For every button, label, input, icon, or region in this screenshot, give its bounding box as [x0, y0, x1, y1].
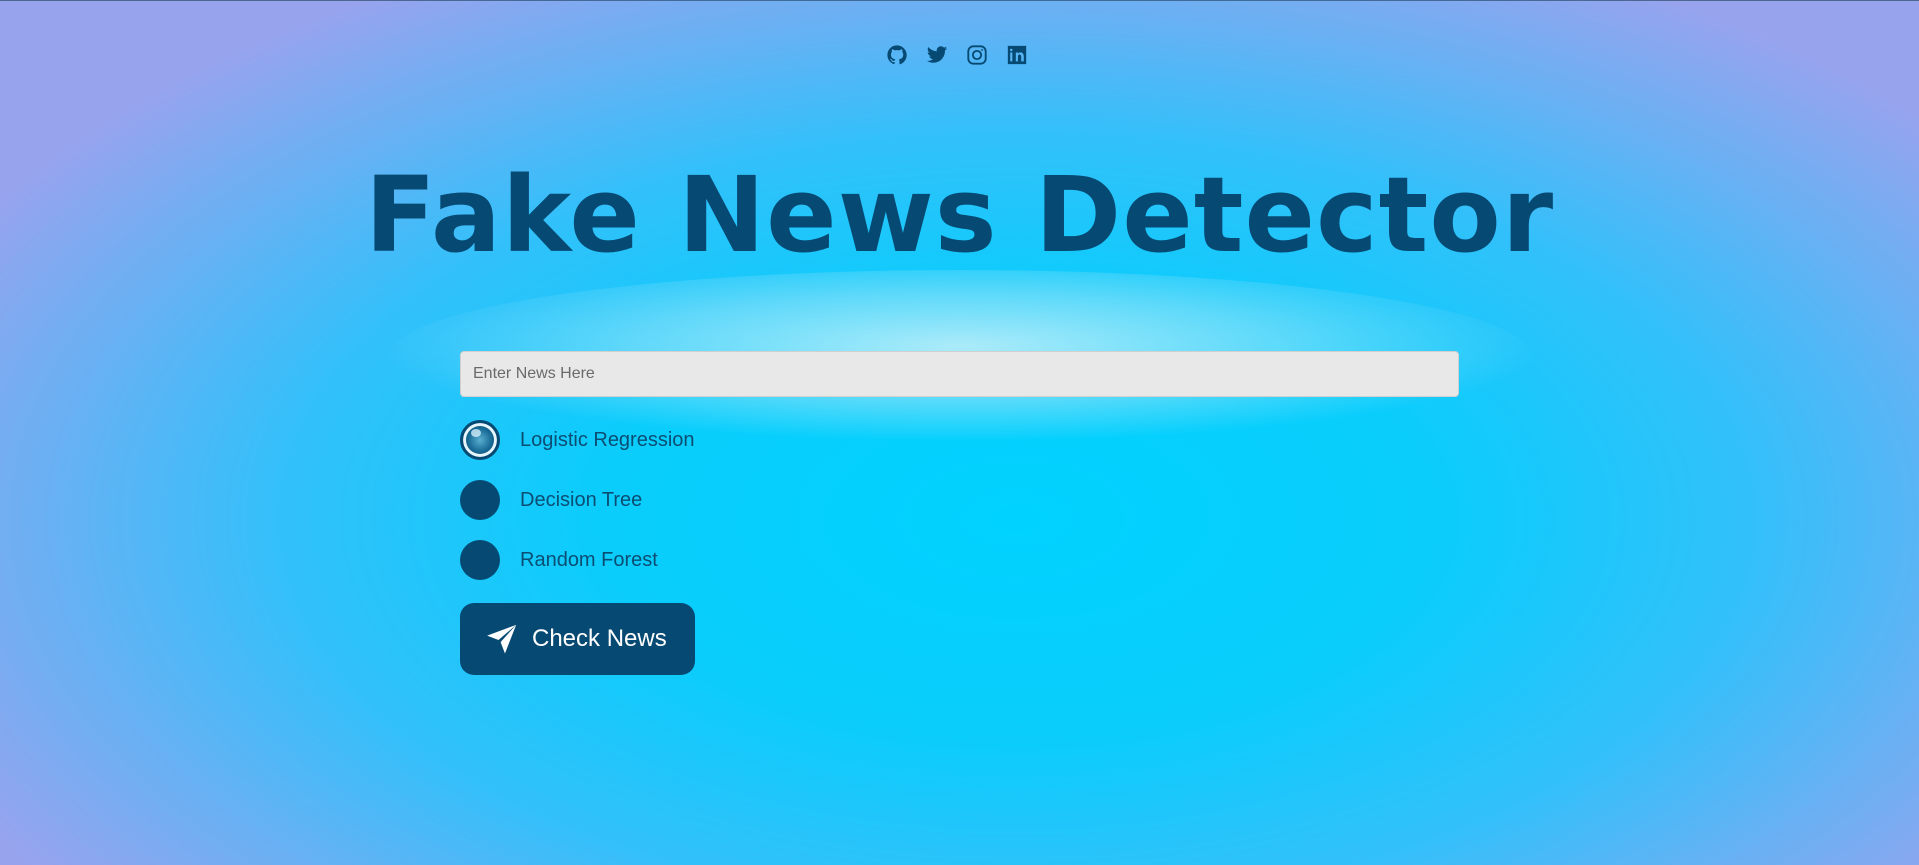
- random-forest-radio[interactable]: [460, 540, 500, 580]
- social-links: [886, 44, 1028, 66]
- logistic-regression-radio[interactable]: [460, 420, 500, 460]
- top-border: [0, 0, 1919, 1]
- twitter-link[interactable]: [926, 44, 948, 66]
- linkedin-icon: [1007, 45, 1027, 65]
- instagram-icon: [967, 45, 987, 65]
- option-random-forest[interactable]: Random Forest: [460, 540, 658, 580]
- paper-plane-icon: [485, 622, 519, 656]
- github-link[interactable]: [886, 44, 908, 66]
- random-forest-label: Random Forest: [520, 548, 658, 571]
- logistic-regression-label: Logistic Regression: [520, 428, 695, 451]
- decision-tree-radio[interactable]: [460, 480, 500, 520]
- check-news-button[interactable]: Check News: [460, 603, 695, 675]
- check-news-label: Check News: [532, 625, 667, 652]
- twitter-icon: [926, 46, 948, 63]
- linkedin-link[interactable]: [1006, 44, 1028, 66]
- github-icon: [887, 45, 907, 65]
- page-title: Fake News Detector: [364, 154, 1555, 276]
- option-decision-tree[interactable]: Decision Tree: [460, 480, 642, 520]
- news-input[interactable]: [460, 351, 1459, 397]
- option-logistic-regression[interactable]: Logistic Regression: [460, 420, 695, 460]
- decision-tree-label: Decision Tree: [520, 488, 643, 511]
- instagram-link[interactable]: [966, 44, 988, 66]
